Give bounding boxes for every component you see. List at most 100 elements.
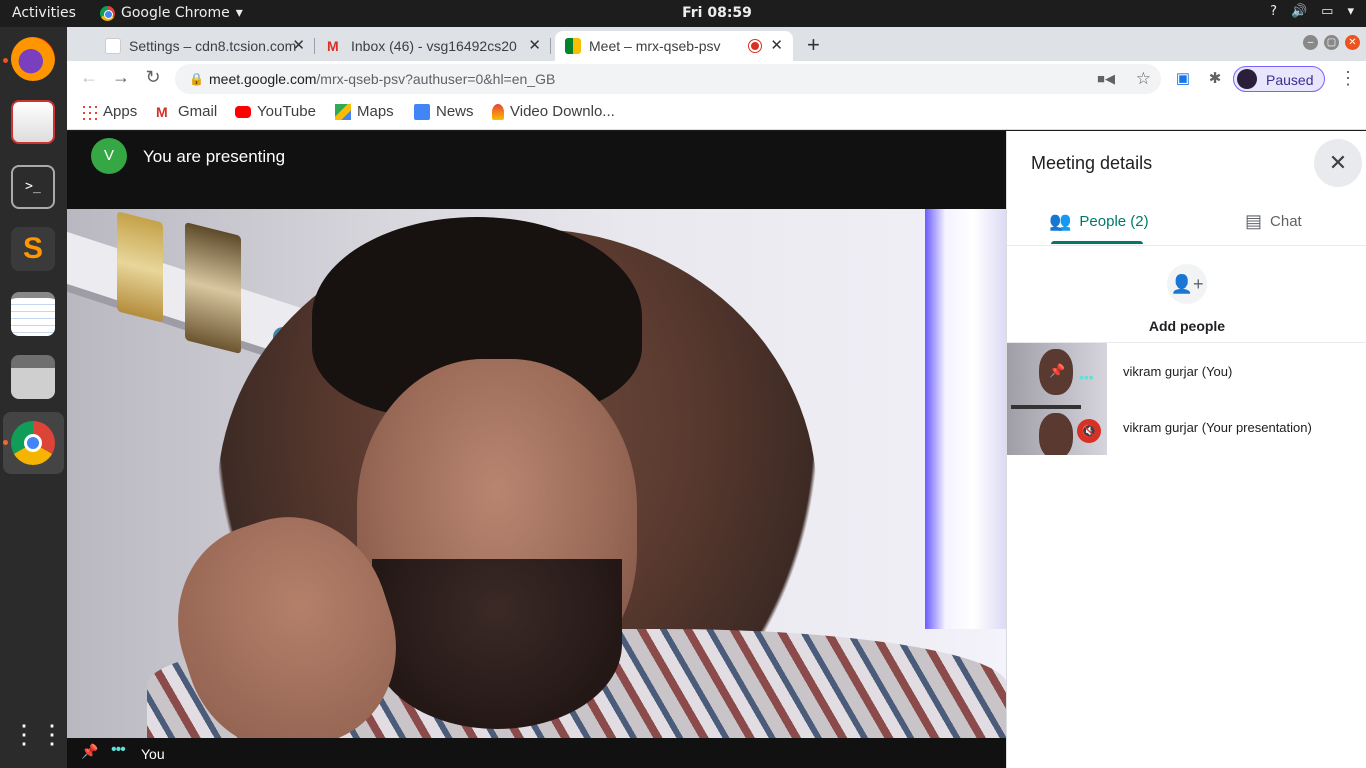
- more-options-icon[interactable]: •••: [1079, 369, 1094, 385]
- bookmark-news[interactable]: News: [414, 103, 474, 120]
- bookmark-label: Apps: [103, 103, 138, 120]
- presenting-text: You are presenting: [143, 147, 286, 166]
- tab-label: People (2): [1079, 213, 1149, 230]
- presenting-banner: V You are presenting: [67, 131, 1006, 209]
- video-downloader-icon: [492, 103, 504, 120]
- reload-icon[interactable]: ↻: [141, 67, 165, 88]
- add-people-label: Add people: [1148, 318, 1226, 334]
- gmail-icon: M: [156, 103, 168, 120]
- close-icon[interactable]: ✕: [292, 36, 305, 54]
- tab-chat[interactable]: ▤ Chat: [1245, 211, 1302, 232]
- people-icon: 👥: [1049, 211, 1072, 231]
- gmail-icon: M: [327, 38, 339, 54]
- new-tab-button[interactable]: +: [807, 32, 820, 58]
- bookmarks-bar: Apps M Gmail YouTube Maps News Video Dow…: [67, 97, 1366, 130]
- participant-name: vikram gurjar (You): [1123, 364, 1233, 379]
- panel-title: Meeting details: [1031, 153, 1153, 173]
- participant-row[interactable]: 🔇 vikram gurjar (Your presentation): [1007, 399, 1366, 455]
- extension-calendar-icon[interactable]: ▣: [1174, 70, 1192, 88]
- recording-indicator-icon: [749, 40, 761, 52]
- tab-settings[interactable]: Settings – cdn8.tcsion.com ✕: [95, 31, 315, 61]
- news-icon: [414, 103, 430, 120]
- tab-label: Meet – mrx-qseb-psv: [589, 38, 721, 54]
- libreoffice-impress-icon[interactable]: [11, 100, 55, 144]
- active-tab-indicator: [1051, 241, 1143, 244]
- file-manager-icon[interactable]: [11, 355, 55, 399]
- divider: [1007, 245, 1366, 246]
- tab-people[interactable]: 👥 People (2): [1049, 211, 1149, 232]
- more-vert-icon[interactable]: ⋮: [1339, 68, 1357, 89]
- terminal-icon[interactable]: >_: [11, 165, 55, 209]
- forward-icon[interactable]: →: [109, 67, 133, 88]
- participant-row[interactable]: 📌 ••• vikram gurjar (You): [1007, 343, 1366, 399]
- pin-icon[interactable]: 📌: [1049, 363, 1065, 379]
- bookmark-video-downloader[interactable]: Video Downlo...: [492, 103, 615, 120]
- text-editor-icon[interactable]: [11, 292, 55, 336]
- bookmark-apps[interactable]: Apps: [81, 103, 137, 120]
- presentation-bar: [1011, 405, 1081, 409]
- profile-status-label: Paused: [1266, 72, 1314, 88]
- firefox-icon[interactable]: [11, 37, 55, 81]
- bookmark-label: Gmail: [178, 103, 218, 120]
- close-icon[interactable]: ✕: [528, 36, 541, 54]
- meet-icon: [565, 38, 581, 54]
- more-options-icon[interactable]: •••: [111, 741, 126, 759]
- sublime-text-icon[interactable]: S: [11, 227, 55, 271]
- person-beard: [372, 559, 622, 729]
- battery-icon[interactable]: ▭: [1321, 4, 1333, 19]
- main-video-tile[interactable]: [67, 209, 1006, 738]
- bookmark-label: YouTube: [257, 103, 316, 120]
- tab-inbox[interactable]: M Inbox (46) - vsg16492cs20 ✕: [317, 31, 551, 61]
- participant-face: [1039, 413, 1073, 455]
- avatar: V: [91, 138, 127, 174]
- bookmark-label: News: [436, 103, 474, 120]
- self-label: You: [141, 746, 165, 762]
- background-window: [925, 209, 1006, 629]
- browser-toolbar: ← → ↻ 🔒 meet.google.com/mrx-qseb-psv?aut…: [67, 61, 1366, 97]
- chat-icon: ▤: [1245, 211, 1263, 231]
- bookmark-label: Video Downlo...: [510, 103, 615, 120]
- url-text[interactable]: meet.google.com/mrx-qseb-psv?authuser=0&…: [209, 71, 555, 87]
- window-close-icon[interactable]: ✕: [1345, 35, 1360, 50]
- add-people-button[interactable]: 👤+ Add people: [1127, 264, 1247, 334]
- camera-in-use-icon[interactable]: ■◀: [1097, 71, 1115, 87]
- help-icon[interactable]: ?: [1270, 4, 1277, 19]
- background-photo-frame: [185, 222, 241, 354]
- system-top-bar: Activities Google Chrome ▾ Fri 08:59 ? 🔊…: [0, 0, 1366, 27]
- meeting-details-panel: Meeting details ✕ 👥 People (2) ▤ Chat 👤+…: [1006, 131, 1366, 768]
- participant-name: vikram gurjar (Your presentation): [1123, 420, 1312, 435]
- tab-label: Inbox (46) - vsg16492cs20: [351, 38, 517, 54]
- address-bar[interactable]: 🔒 meet.google.com/mrx-qseb-psv?authuser=…: [175, 64, 1161, 94]
- system-tray[interactable]: ? 🔊 ▭ ▾: [1270, 4, 1354, 19]
- mic-off-icon: 🔇: [1077, 419, 1101, 443]
- extensions-puzzle-icon[interactable]: ✱: [1206, 70, 1224, 88]
- minimize-icon[interactable]: –: [1303, 35, 1318, 50]
- bookmark-gmail[interactable]: M Gmail: [156, 103, 217, 120]
- volume-icon[interactable]: 🔊: [1291, 4, 1307, 19]
- close-panel-button[interactable]: ✕: [1314, 139, 1362, 187]
- maximize-icon[interactable]: ▢: [1324, 35, 1339, 50]
- bookmark-youtube[interactable]: YouTube: [235, 103, 316, 120]
- settings-favicon: [105, 38, 121, 54]
- close-icon[interactable]: ✕: [770, 36, 783, 54]
- dock: >_ S ⋮⋮⋮: [0, 27, 93, 768]
- show-applications-icon[interactable]: ⋮⋮⋮: [11, 714, 93, 758]
- clock[interactable]: Fri 08:59: [0, 5, 1366, 21]
- profile-paused-button[interactable]: Paused: [1233, 66, 1325, 92]
- lock-icon[interactable]: 🔒: [189, 72, 204, 86]
- google-chrome-icon: [11, 421, 55, 465]
- bookmark-label: Maps: [357, 103, 394, 120]
- pin-icon[interactable]: 📌: [81, 743, 98, 760]
- bookmark-star-icon[interactable]: ☆: [1136, 69, 1151, 89]
- chrome-dock-item[interactable]: [3, 412, 64, 474]
- apps-grid-icon: [81, 103, 97, 120]
- maps-icon: [335, 103, 351, 120]
- tab-strip: Settings – cdn8.tcsion.com ✕ M Inbox (46…: [67, 27, 1366, 61]
- back-icon[interactable]: ←: [77, 67, 101, 88]
- system-menu-icon[interactable]: ▾: [1347, 4, 1354, 19]
- meet-stage: V You are presenting 📌 ••• You: [67, 131, 1006, 768]
- tab-meet[interactable]: Meet – mrx-qseb-psv ✕: [555, 31, 793, 61]
- window-controls: – ▢ ✕: [1303, 35, 1360, 50]
- bookmark-maps[interactable]: Maps: [335, 103, 394, 120]
- avatar: [1237, 69, 1257, 89]
